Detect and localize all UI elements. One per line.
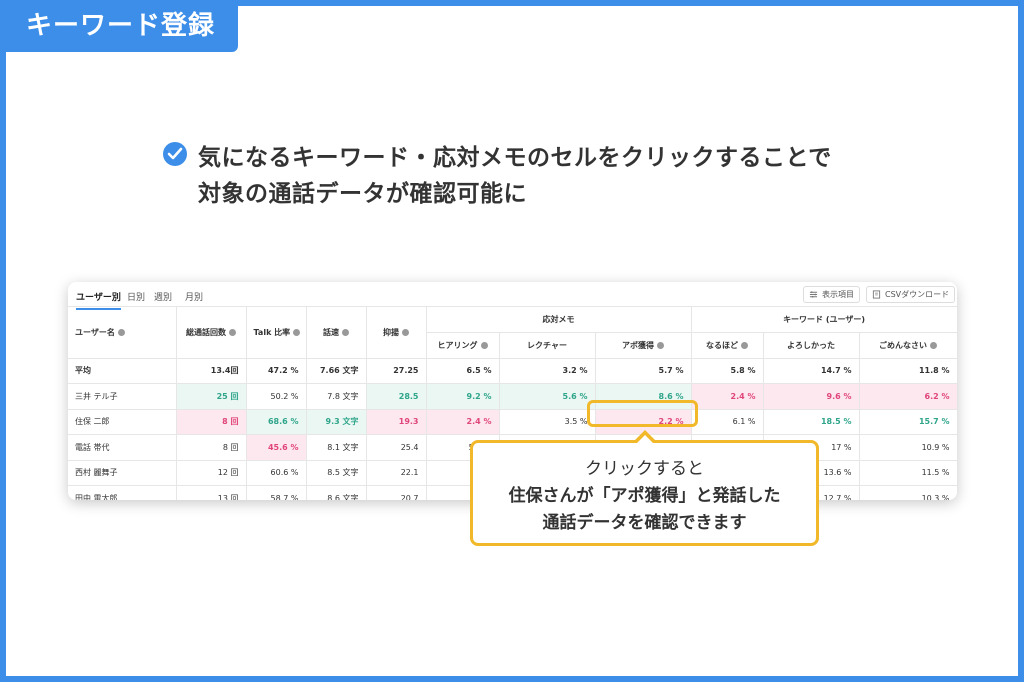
callout-line-2: 住保さんが「アポ獲得」と発話した xyxy=(508,486,781,506)
callout-line-1: クリックすると xyxy=(585,459,704,479)
cell[interactable]: 45.6 % xyxy=(246,434,307,461)
col-header-naruhodo[interactable]: なるほど xyxy=(691,332,764,359)
info-icon xyxy=(480,341,488,349)
tab-monthly[interactable]: 月別 xyxy=(185,290,203,303)
cell: 11.8 % xyxy=(859,358,957,384)
group-header-keyword: キーワード (ユーザー) xyxy=(691,307,957,333)
cell[interactable]: 11.5 % xyxy=(859,460,957,486)
cell[interactable]: 25 回 xyxy=(176,383,247,410)
callout-line-3: 通話データを確認できます xyxy=(542,513,747,533)
cell[interactable]: 2.4 % xyxy=(691,383,764,410)
download-icon xyxy=(872,290,881,299)
col-header-appointment[interactable]: アポ獲得 xyxy=(595,332,692,359)
cell[interactable]: 15.7 % xyxy=(859,409,957,435)
col-header-intonation[interactable]: 抑揚 xyxy=(366,307,427,359)
col-header-lecture[interactable]: レクチャー xyxy=(499,332,596,359)
cell[interactable]: 9.6 % xyxy=(763,383,860,410)
col-header-calls[interactable]: 総通話回数 xyxy=(176,307,247,359)
callout-pointer-fill xyxy=(637,435,653,443)
sliders-icon xyxy=(809,291,818,298)
row-name[interactable]: 西村 麗舞子 xyxy=(68,460,177,486)
cell[interactable]: 60.6 % xyxy=(246,460,307,486)
row-name[interactable]: 住保 二郎 xyxy=(68,409,177,435)
cell[interactable]: 6.2 % xyxy=(859,383,957,410)
display-items-label: 表示項目 xyxy=(822,290,854,299)
cell: 7.66 文字 xyxy=(306,358,367,384)
col-header-gomennasai[interactable]: ごめんなさい xyxy=(859,332,957,359)
cell[interactable]: 19.3 xyxy=(366,409,427,435)
cell[interactable]: 8.5 文字 xyxy=(306,460,367,486)
cell[interactable]: 68.6 % xyxy=(246,409,307,435)
cell[interactable]: 3.5 % xyxy=(499,409,596,435)
table-header-group-row: ユーザー名 総通話回数 Talk 比率 話速 抑揚 応対メモ キーワード (ユー… xyxy=(68,307,957,359)
headline-line-2: 対象の通話データが確認可能に xyxy=(198,181,527,207)
info-icon xyxy=(402,328,409,336)
cell[interactable]: 20.7 xyxy=(366,485,427,500)
col-header-speed[interactable]: 話速 xyxy=(306,307,367,359)
cell[interactable]: 18.5 % xyxy=(763,409,860,435)
cell[interactable]: 5.6 % xyxy=(499,383,596,410)
cell: 27.25 xyxy=(366,358,427,384)
cell: 6.5 % xyxy=(426,358,500,384)
headline-line-1: 気になるキーワード・応対メモのセルをクリックすることで xyxy=(198,145,832,171)
info-icon xyxy=(117,328,125,336)
cell[interactable]: 8 回 xyxy=(176,409,247,435)
cell[interactable]: 58.7 % xyxy=(246,485,307,500)
cell: 3.2 % xyxy=(499,358,596,384)
cell[interactable]: 9.3 文字 xyxy=(306,409,367,435)
highlight-frame xyxy=(587,400,698,427)
check-circle-icon xyxy=(163,142,187,166)
cell[interactable]: 22.1 xyxy=(366,460,427,486)
csv-download-label: CSVダウンロード xyxy=(885,290,950,299)
col-header-user[interactable]: ユーザー名 xyxy=(68,307,177,359)
info-icon xyxy=(930,341,938,349)
info-icon xyxy=(657,341,665,349)
csv-download-button[interactable]: CSVダウンロード xyxy=(866,286,956,303)
cell: 13.4回 xyxy=(176,358,247,384)
table-row: 三井 テル子 25 回 50.2 % 7.8 文字 28.5 9.2 % 5.6… xyxy=(68,383,957,410)
col-header-hearing[interactable]: ヒアリング xyxy=(426,332,500,359)
row-name[interactable]: 三井 テル子 xyxy=(68,383,177,410)
group-header-memo: 応対メモ xyxy=(426,307,692,333)
cell[interactable]: 7.8 文字 xyxy=(306,383,367,410)
cell: 5.8 % xyxy=(691,358,764,384)
display-items-button[interactable]: 表示項目 xyxy=(803,286,860,303)
cell[interactable]: 8.1 文字 xyxy=(306,434,367,461)
cell[interactable]: 25.4 xyxy=(366,434,427,461)
tab-daily[interactable]: 日別 xyxy=(127,290,145,303)
info-icon xyxy=(229,328,236,336)
cell[interactable]: 50.2 % xyxy=(246,383,307,410)
row-name[interactable]: 電話 帯代 xyxy=(68,434,177,461)
cell[interactable]: 6.1 % xyxy=(691,409,764,435)
cell[interactable]: 2.4 % xyxy=(426,409,500,435)
info-icon xyxy=(741,341,749,349)
cell[interactable]: 8.6 文字 xyxy=(306,485,367,500)
cell[interactable]: 12 回 xyxy=(176,460,247,486)
info-icon xyxy=(342,328,349,336)
cell[interactable]: 8 回 xyxy=(176,434,247,461)
cell: 47.2 % xyxy=(246,358,307,384)
cell: 14.7 % xyxy=(763,358,860,384)
cell[interactable]: 10.9 % xyxy=(859,434,957,461)
cell[interactable]: 10.3 % xyxy=(859,485,957,500)
table-row-average: 平均 13.4回 47.2 % 7.66 文字 27.25 6.5 % 3.2 … xyxy=(68,358,957,384)
cell[interactable]: 13 回 xyxy=(176,485,247,500)
cell[interactable]: 28.5 xyxy=(366,383,427,410)
info-icon xyxy=(293,328,301,336)
cell: 5.7 % xyxy=(595,358,692,384)
card-toolbar: ユーザー別 日別 週別 月別 表示項目 CSVダウンロード xyxy=(68,282,957,310)
col-header-talk-ratio[interactable]: Talk 比率 xyxy=(246,307,307,359)
section-label: キーワード登録 xyxy=(0,0,238,52)
tab-weekly[interactable]: 週別 xyxy=(154,290,172,303)
callout-box: クリックすると 住保さんが「アポ獲得」と発話した 通話データを確認できます xyxy=(470,440,819,546)
row-name[interactable]: 田中 電太郎 xyxy=(68,485,177,500)
col-header-yoroshikatta[interactable]: よろしかった xyxy=(763,332,860,359)
row-name: 平均 xyxy=(68,358,177,384)
table-row: 住保 二郎 8 回 68.6 % 9.3 文字 19.3 2.4 % 3.5 %… xyxy=(68,409,957,435)
cell[interactable]: 9.2 % xyxy=(426,383,500,410)
